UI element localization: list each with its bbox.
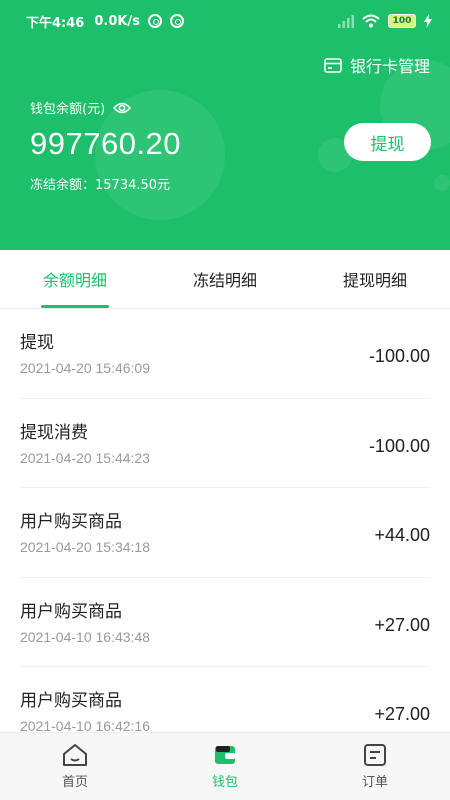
order-icon xyxy=(364,744,386,766)
transaction-title: 用户购买商品 xyxy=(20,601,122,622)
nav-home-label: 首页 xyxy=(61,775,88,790)
signal-icon xyxy=(338,14,354,28)
transaction-title: 用户购买商品 xyxy=(20,691,122,711)
notification-icon xyxy=(147,14,162,28)
eye-icon[interactable] xyxy=(113,102,132,114)
wifi-icon xyxy=(362,14,380,28)
detail-tabs: 余额明细 冻结明细 提现明细 xyxy=(0,250,450,309)
balance-value: 997760.20 xyxy=(30,126,182,161)
tab-frozen-detail[interactable]: 冻结明细 xyxy=(150,250,300,308)
frozen-balance-value: 15734.50元 xyxy=(95,178,171,193)
wallet-icon xyxy=(215,746,235,764)
wallet-header: 下午4:46 0.0K/s 100 银行卡管理 钱包余额(元) 997760.2… xyxy=(0,0,450,250)
transaction-title: 提现消费 xyxy=(20,422,88,443)
home-icon xyxy=(63,744,87,766)
nav-orders-label: 订单 xyxy=(361,775,388,790)
bottom-navigation: 首页 钱包 订单 xyxy=(0,732,450,800)
list-item[interactable]: 用户购买商品 2021-04-20 15:34:18 +44.00 xyxy=(20,488,430,578)
transaction-amount: +27.00 xyxy=(374,614,430,635)
transaction-amount: -100.00 xyxy=(368,435,430,456)
balance-label-row: 钱包余额(元) xyxy=(30,98,132,117)
transaction-list: 提现 2021-04-20 15:46:09 -100.00 提现消费 2021… xyxy=(0,309,450,731)
withdraw-button[interactable]: 提现 xyxy=(344,123,431,161)
nav-wallet[interactable]: 钱包 xyxy=(150,733,300,800)
status-bar: 下午4:46 0.0K/s 100 xyxy=(0,0,450,42)
transaction-amount: +27.00 xyxy=(374,704,430,724)
transaction-date: 2021-04-10 16:42:16 xyxy=(20,718,150,731)
notification-icon xyxy=(169,14,184,28)
transaction-amount: +44.00 xyxy=(374,525,430,545)
list-item[interactable]: 用户购买商品 2021-04-10 16:42:16 +27.00 xyxy=(20,667,430,731)
transaction-amount: -100.00 xyxy=(368,346,430,366)
tab-withdraw-detail[interactable]: 提现明细 xyxy=(300,250,450,308)
battery-indicator: 100 xyxy=(388,14,416,28)
transaction-title: 用户购买商品 xyxy=(20,512,122,532)
bank-card-label: 银行卡管理 xyxy=(349,57,430,76)
charging-icon xyxy=(424,14,432,28)
list-item[interactable]: 用户购买商品 2021-04-10 16:43:48 +27.00 xyxy=(20,578,430,667)
balance-label: 钱包余额(元) xyxy=(30,102,106,117)
nav-wallet-label: 钱包 xyxy=(211,775,238,790)
decor-bubble xyxy=(434,175,450,191)
transaction-title: 提现 xyxy=(20,333,54,353)
transaction-date: 2021-04-20 15:46:09 xyxy=(20,360,150,376)
transaction-date: 2021-04-20 15:34:18 xyxy=(20,539,150,555)
status-time: 下午4:46 xyxy=(26,15,85,31)
bank-card-icon xyxy=(324,57,342,73)
transaction-date: 2021-04-10 16:43:48 xyxy=(20,628,150,645)
frozen-balance: 冻结余额：15734.50元 xyxy=(30,174,170,193)
frozen-balance-label: 冻结余额： xyxy=(30,178,96,193)
bank-card-management-link[interactable]: 银行卡管理 xyxy=(324,53,430,77)
list-item[interactable]: 提现 2021-04-20 15:46:09 -100.00 xyxy=(20,309,430,399)
list-item[interactable]: 提现消费 2021-04-20 15:44:23 -100.00 xyxy=(20,399,430,488)
status-network-speed: 0.0K/s xyxy=(94,13,140,29)
nav-orders[interactable]: 订单 xyxy=(300,733,450,800)
nav-home[interactable]: 首页 xyxy=(0,733,150,800)
transaction-date: 2021-04-20 15:44:23 xyxy=(20,449,150,466)
tab-balance-detail[interactable]: 余额明细 xyxy=(0,250,150,308)
